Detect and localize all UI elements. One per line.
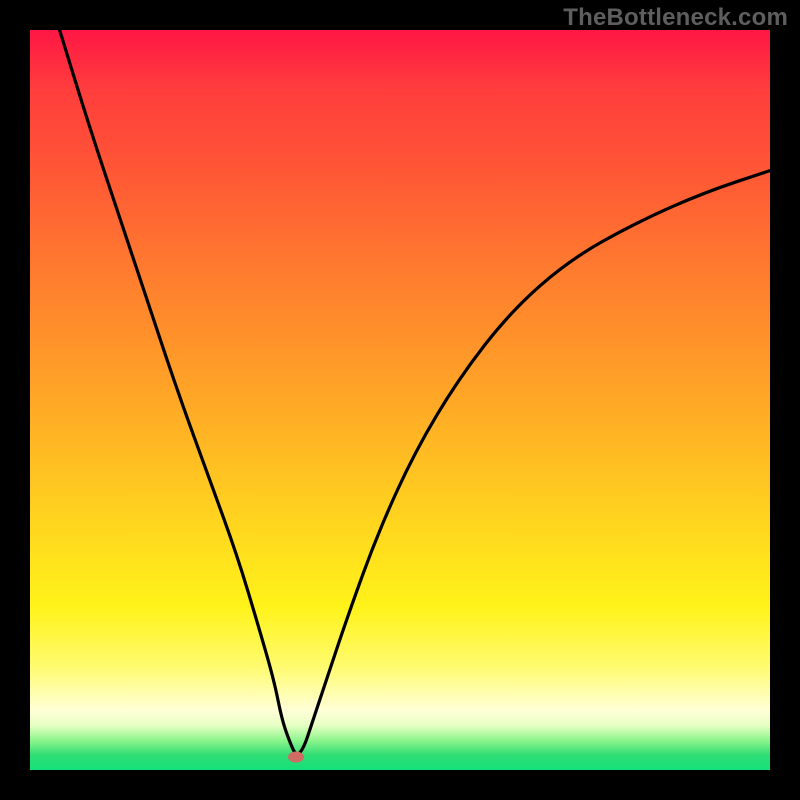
- curve-layer: [30, 30, 770, 770]
- chart-frame: TheBottleneck.com: [0, 0, 800, 800]
- bottleneck-curve: [60, 30, 770, 754]
- watermark-label: TheBottleneck.com: [563, 4, 788, 32]
- plot-area: [30, 30, 770, 770]
- minimum-marker: [288, 751, 304, 762]
